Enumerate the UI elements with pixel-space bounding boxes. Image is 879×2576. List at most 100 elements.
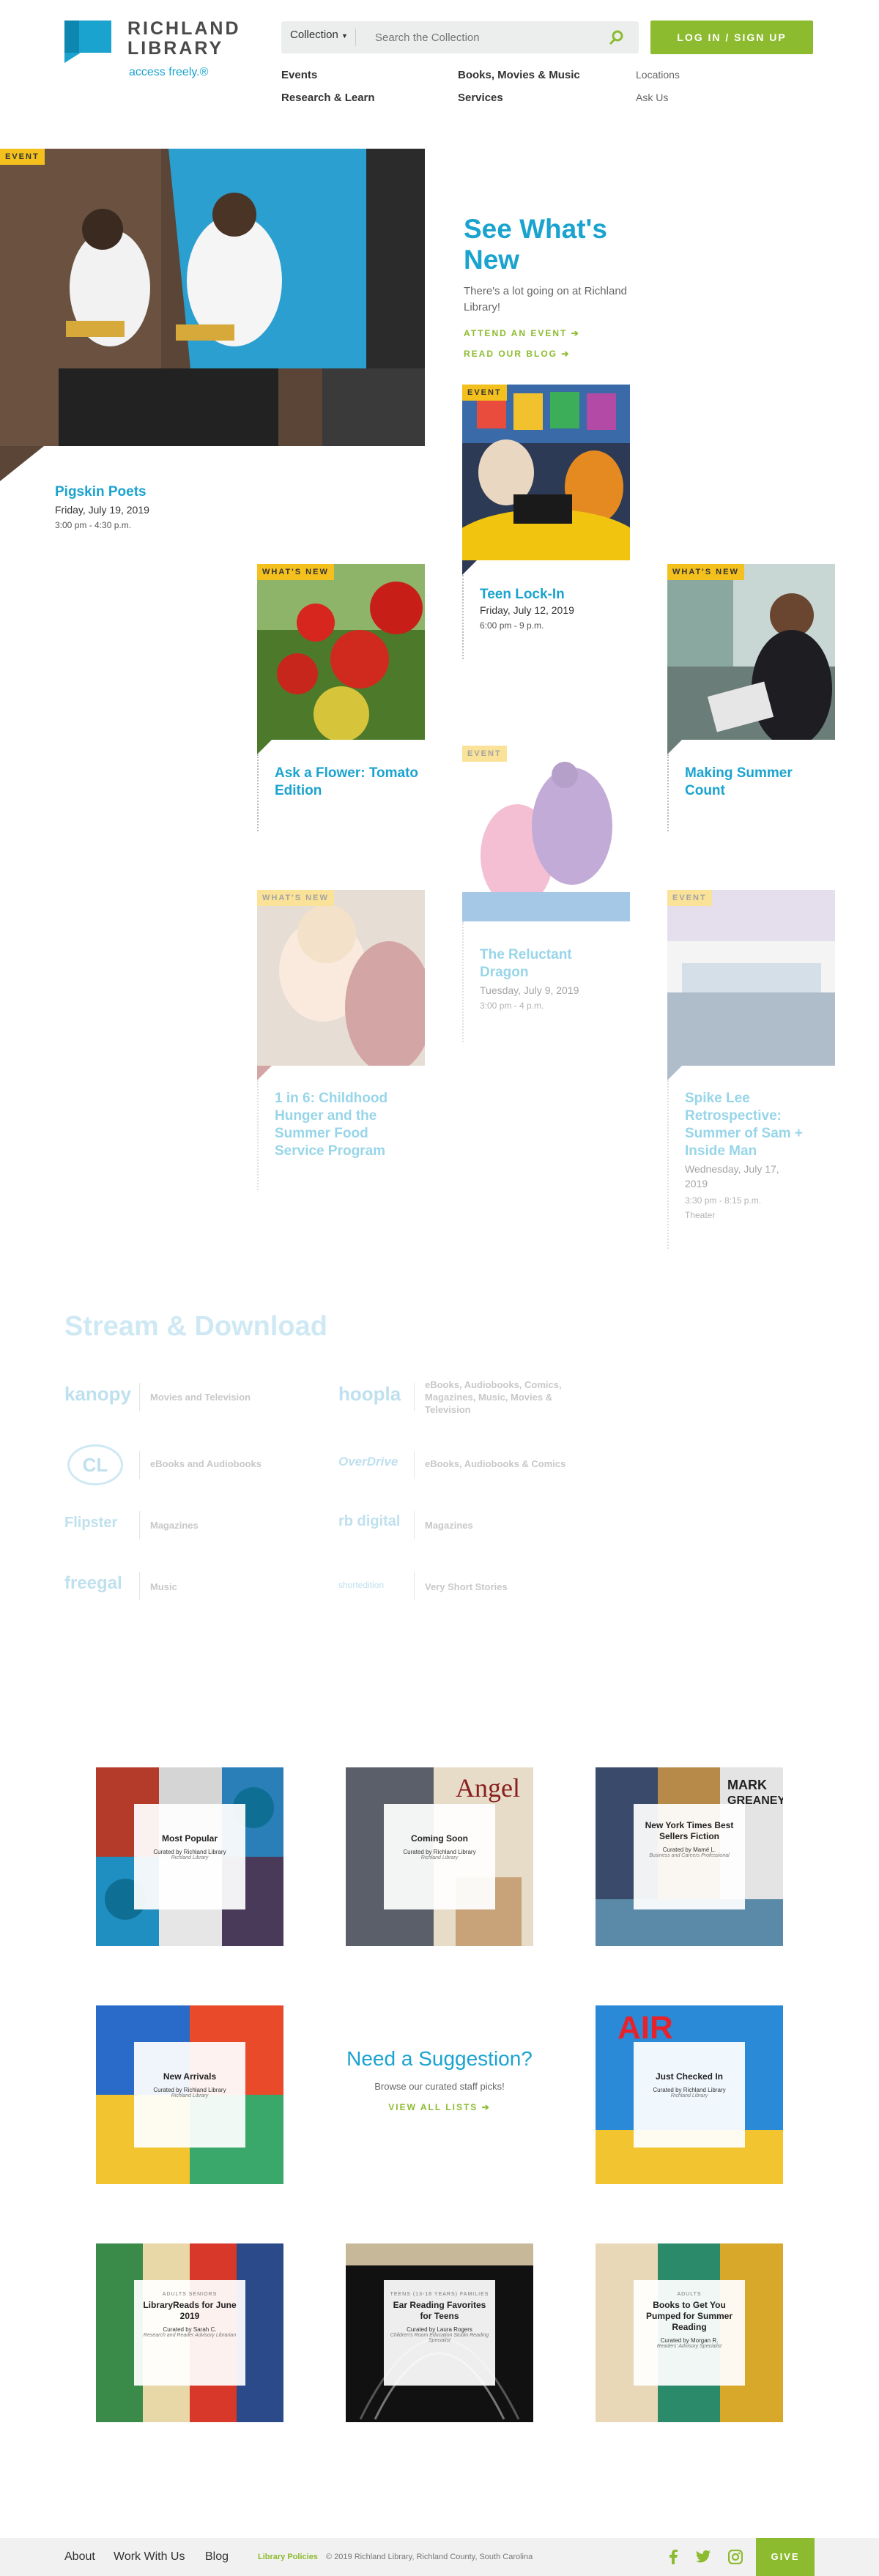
- kanopy-logo[interactable]: kanopy: [64, 1383, 131, 1406]
- card-title[interactable]: Spike Lee Retrospective: Summer of Sam +…: [685, 1090, 824, 1160]
- read-blog-link[interactable]: READ OUR BLOG ➔: [464, 349, 570, 359]
- nav-events[interactable]: Events: [281, 69, 317, 81]
- collection-dropdown[interactable]: Collection ▼: [290, 29, 356, 46]
- twitter-icon[interactable]: [696, 2550, 711, 2564]
- list-curator: Curated by Mamé L.: [662, 1846, 716, 1853]
- list-card-label: TEENS (13-18 YEARS) FAMILIES Ear Reading…: [384, 2280, 495, 2386]
- card-corner-shape: [257, 740, 272, 754]
- list-card-summer-reading[interactable]: ADULTS Books to Get You Pumped for Summe…: [596, 2243, 783, 2422]
- hero-photo: [0, 149, 425, 446]
- card-title[interactable]: The Reluctant Dragon: [480, 946, 612, 981]
- hoopla-logo[interactable]: hoopla: [338, 1383, 401, 1406]
- footer-link-blog[interactable]: Blog: [205, 2550, 229, 2564]
- card-image-ask-a-flower[interactable]: WHAT'S NEW: [257, 564, 425, 740]
- logo-line2: LIBRARY: [127, 38, 224, 59]
- list-card-most-popular[interactable]: Most Popular Curated by Richland Library…: [96, 1767, 283, 1946]
- search-icon[interactable]: [608, 29, 626, 46]
- card-title[interactable]: 1 in 6: Childhood Hunger and the Summer …: [275, 1090, 421, 1160]
- list-curator: Curated by Richland Library: [403, 1849, 476, 1855]
- service-description: Very Short Stories: [425, 1581, 508, 1592]
- card-corner-shape: [462, 560, 477, 575]
- nav-ask-us[interactable]: Ask Us: [636, 92, 668, 103]
- list-card-label: Most Popular Curated by Richland Library…: [134, 1804, 245, 1909]
- stream-title: Stream & Download: [64, 1311, 327, 1342]
- hero-title[interactable]: Pigskin Poets: [55, 483, 146, 501]
- suggestion-title: Need a Suggestion?: [346, 2047, 533, 2070]
- card-time: 3:00 pm - 4 p.m.: [480, 1001, 544, 1011]
- view-all-lists-link[interactable]: VIEW ALL LISTS ➔: [346, 2102, 533, 2112]
- list-card-libraryreads[interactable]: ADULTS SENIORS LibraryReads for June 201…: [96, 2243, 283, 2422]
- library-logo-icon[interactable]: [64, 21, 114, 64]
- nav-books-movies-music[interactable]: Books, Movies & Music: [458, 69, 580, 81]
- list-card-just-checked-in[interactable]: AIR Just Checked In Curated by Richland …: [596, 2005, 783, 2184]
- search-input[interactable]: [375, 27, 595, 48]
- hero-image[interactable]: EVENT: [0, 149, 425, 446]
- service-divider: [414, 1572, 415, 1600]
- list-title: Just Checked In: [655, 2071, 724, 2082]
- footer-link-about[interactable]: About: [64, 2550, 95, 2564]
- list-curator: Curated by Sarah C.: [163, 2326, 217, 2333]
- service-divider: [414, 1451, 415, 1479]
- list-card-ear-reading-teens[interactable]: TEENS (13-18 YEARS) FAMILIES Ear Reading…: [346, 2243, 533, 2422]
- suggestion-block: Need a Suggestion? Browse our curated st…: [346, 2047, 533, 2112]
- card-image-reluctant-dragon[interactable]: EVENT: [462, 746, 630, 921]
- give-button[interactable]: GIVE: [756, 2538, 815, 2576]
- card-title[interactable]: Ask a Flower: Tomato Edition: [275, 765, 421, 800]
- list-title: Coming Soon: [411, 1833, 468, 1844]
- card-divider: [257, 754, 259, 831]
- service-divider: [139, 1511, 140, 1539]
- nav-research-learn[interactable]: Research & Learn: [281, 92, 375, 104]
- tomato-photo: [257, 564, 425, 740]
- list-card-nyt-best-sellers[interactable]: MARK GREANEY New York Times Best Sellers…: [596, 1767, 783, 1946]
- login-signup-button[interactable]: LOG IN / SIGN UP: [650, 21, 813, 54]
- facebook-icon[interactable]: [668, 2550, 678, 2564]
- list-card-new-arrivals[interactable]: New Arrivals Curated by Richland Library…: [96, 2005, 283, 2184]
- card-divider: [667, 1080, 669, 1249]
- service-divider: [139, 1572, 140, 1600]
- service-description: Magazines: [425, 1520, 473, 1531]
- collection-label: Collection: [290, 29, 338, 41]
- card-time: 6:00 pm - 9 p.m.: [480, 620, 544, 631]
- nav-locations[interactable]: Locations: [636, 69, 680, 81]
- list-audience: TEENS (13-18 YEARS) FAMILIES: [390, 2292, 489, 2297]
- card-date: Wednesday, July 17, 2019: [685, 1163, 779, 1189]
- rbdigital-logo[interactable]: rb digital: [338, 1513, 400, 1530]
- card-title[interactable]: Making Summer Count: [685, 765, 831, 800]
- service-description: eBooks and Audiobooks: [150, 1458, 262, 1469]
- card-image-childhood-hunger[interactable]: WHAT'S NEW: [257, 890, 425, 1066]
- card-divider: [667, 754, 669, 831]
- instagram-icon[interactable]: [728, 2550, 743, 2564]
- teen-lock-in-photo: [462, 385, 630, 560]
- card-title[interactable]: Teen Lock-In: [480, 586, 626, 604]
- list-card-coming-soon[interactable]: Angel Coming Soon Curated by Richland Li…: [346, 1767, 533, 1946]
- list-curator-role: Children's Room Education Studio Reading…: [390, 2333, 489, 2343]
- list-title: New Arrivals: [163, 2071, 217, 2082]
- list-card-label: Coming Soon Curated by Richland Library …: [384, 1804, 495, 1909]
- card-place: Theater: [685, 1210, 716, 1220]
- short-edition-logo[interactable]: shortedition: [338, 1580, 384, 1590]
- card-badge: WHAT'S NEW: [257, 890, 334, 906]
- attend-event-link[interactable]: ATTEND AN EVENT ➔: [464, 328, 580, 338]
- list-curator-role: Business and Careers Professional: [649, 1853, 730, 1858]
- logo-line1: RICHLAND: [127, 18, 241, 39]
- card-corner-shape: [667, 1066, 682, 1080]
- list-curator-role: Research and Reader Advisory Librarian: [143, 2333, 237, 2338]
- cloud-library-logo[interactable]: CL: [67, 1444, 123, 1485]
- service-divider: [414, 1383, 415, 1411]
- card-image-teen-lock-in[interactable]: EVENT: [462, 385, 630, 560]
- card-image-making-summer-count[interactable]: WHAT'S NEW: [667, 564, 835, 740]
- footer-library-policies[interactable]: Library Policies: [258, 2553, 318, 2561]
- footer-copyright: © 2019 Richland Library, Richland County…: [326, 2553, 533, 2561]
- list-card-label: ADULTS Books to Get You Pumped for Summe…: [634, 2280, 745, 2386]
- overdrive-logo[interactable]: OverDrive: [338, 1455, 398, 1469]
- card-time: 3:30 pm - 8:15 p.m.: [685, 1195, 762, 1206]
- nav-services[interactable]: Services: [458, 92, 503, 104]
- flipster-logo[interactable]: Flipster: [64, 1515, 117, 1532]
- svg-text:AIR: AIR: [617, 2010, 673, 2046]
- footer-link-work-with-us[interactable]: Work With Us: [114, 2550, 185, 2564]
- service-description: Music: [150, 1581, 177, 1592]
- card-badge: WHAT'S NEW: [257, 564, 334, 580]
- freegal-logo[interactable]: freegal: [64, 1573, 122, 1594]
- card-image-spike-lee[interactable]: EVENT: [667, 890, 835, 1066]
- list-curator-role: Richland Library: [171, 1855, 209, 1860]
